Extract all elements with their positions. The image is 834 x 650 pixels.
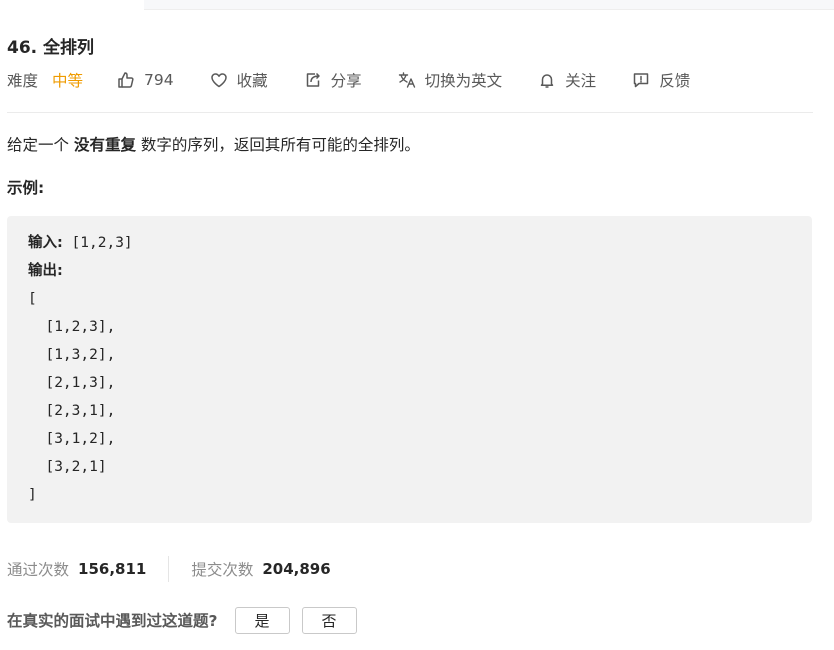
- no-button[interactable]: 否: [301, 606, 357, 634]
- example-code-block: 输入: [1,2,3] 输出: [ [1,2,3], [1,3,2], [2,1…: [7, 216, 812, 523]
- description-suffix: 数字的序列，返回其所有可能的全排列。: [135, 136, 420, 154]
- description-bold: 没有重复: [73, 136, 136, 154]
- favorite-label: 收藏: [236, 72, 268, 90]
- follow-button[interactable]: 关注: [538, 69, 596, 91]
- share-button[interactable]: 分享: [304, 69, 362, 91]
- header-divider: [7, 112, 813, 113]
- accepted-label: 通过次数: [7, 561, 70, 579]
- code-line: [2,3,1],: [28, 403, 116, 419]
- bell-icon: [540, 74, 554, 88]
- feedback-icon: [633, 73, 649, 88]
- share-label: 分享: [330, 72, 362, 90]
- description-prefix: 给定一个: [7, 136, 74, 154]
- like-count: 794: [144, 71, 174, 89]
- submitted-label: 提交次数: [191, 561, 254, 579]
- feedback-label: 反馈: [659, 72, 691, 90]
- code-line: [1,3,2],: [28, 347, 116, 363]
- translate-label: 切换为英文: [424, 72, 503, 90]
- difficulty-label: 难度: [7, 72, 39, 90]
- top-tab-strip: [144, 0, 834, 10]
- stats-divider: [168, 556, 170, 582]
- submitted-count: 204,896: [262, 560, 331, 578]
- translate-button[interactable]: 切换为英文: [398, 69, 503, 91]
- example-heading: 示例:: [7, 179, 45, 197]
- input-value: [1,2,3]: [62, 235, 133, 251]
- thumbs-up-icon: [118, 72, 134, 88]
- yes-button[interactable]: 是: [234, 606, 290, 634]
- interview-survey: 在真实的面试中遇到过这道题? 是 否: [7, 606, 369, 634]
- feedback-button[interactable]: 反馈: [632, 69, 690, 91]
- translate-icon: [398, 72, 415, 88]
- input-key: 输入:: [28, 235, 63, 251]
- difficulty-badge: 中等: [52, 72, 84, 90]
- favorite-button[interactable]: 收藏: [210, 69, 268, 91]
- submission-stats: 通过次数 156,811 提交次数 204,896: [7, 556, 331, 582]
- accepted-count: 156,811: [78, 560, 147, 578]
- problem-title: 46. 全排列: [7, 38, 95, 58]
- like-button[interactable]: 794: [117, 71, 174, 89]
- code-output-line: 输出:: [28, 261, 63, 281]
- code-line: [3,1,2],: [28, 431, 116, 447]
- share-icon: [306, 72, 320, 87]
- code-input-line: 输入: [1,2,3]: [28, 233, 133, 253]
- code-line: [: [28, 291, 37, 307]
- code-line: ]: [28, 487, 37, 503]
- output-key: 输出:: [28, 263, 63, 279]
- code-line: [1,2,3],: [28, 319, 116, 335]
- code-line: [2,1,3],: [28, 375, 116, 391]
- interview-question: 在真实的面试中遇到过这道题?: [7, 612, 218, 630]
- problem-description: 给定一个 没有重复 数字的序列，返回其所有可能的全排列。: [7, 133, 420, 155]
- code-line: [3,2,1]: [28, 459, 107, 475]
- problem-meta-bar: 难度 中等 794 收藏 分享 切换为英文 关注 反馈: [7, 69, 726, 91]
- follow-label: 关注: [565, 72, 597, 90]
- heart-icon: [210, 73, 227, 88]
